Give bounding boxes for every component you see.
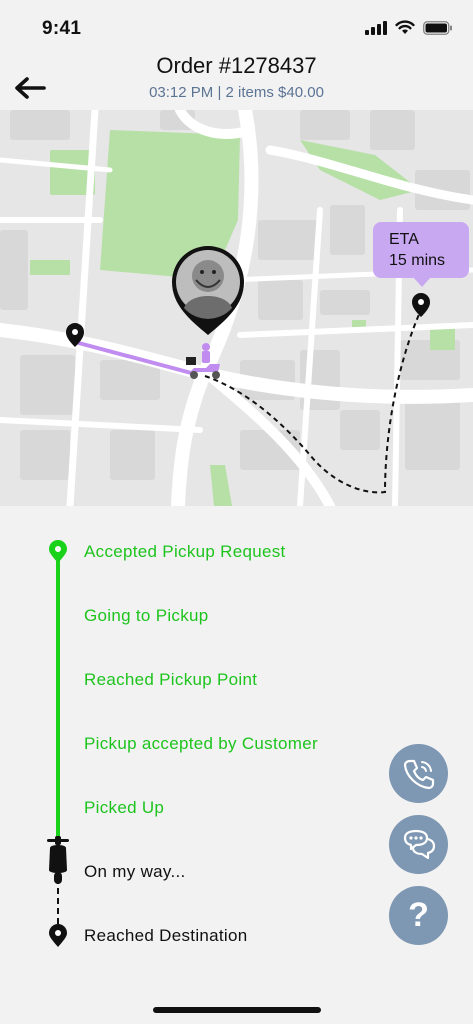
scooter-marker-icon bbox=[47, 836, 69, 884]
status-time: 9:41 bbox=[42, 18, 82, 39]
status-bar: 9:41 bbox=[0, 0, 473, 52]
help-button[interactable]: ? bbox=[389, 886, 448, 945]
map-view[interactable]: ETA 15 mins bbox=[0, 110, 473, 506]
timeline-step-picked-up: Picked Up bbox=[84, 798, 165, 817]
page-title: Order #1278437 bbox=[156, 53, 317, 78]
start-pin-icon bbox=[49, 540, 67, 563]
timeline-step-reached-pickup: Reached Pickup Point bbox=[84, 670, 258, 689]
timeline-step-on-my-way: On my way... bbox=[84, 862, 186, 881]
destination-marker-icon bbox=[49, 924, 67, 947]
eta-value: 15 mins bbox=[389, 252, 446, 269]
help-icon: ? bbox=[408, 896, 429, 934]
timeline-step-accepted: Accepted Pickup Request bbox=[84, 542, 286, 561]
chat-button[interactable] bbox=[389, 815, 448, 874]
header: Order #1278437 03:12 PM | 2 items $40.00 bbox=[0, 52, 473, 110]
battery-icon bbox=[423, 20, 452, 35]
home-indicator bbox=[153, 1007, 321, 1013]
phone-icon bbox=[403, 759, 434, 789]
timeline-progress-line bbox=[56, 552, 60, 842]
signal-icon bbox=[365, 20, 387, 35]
eta-bubble: ETA 15 mins bbox=[373, 222, 469, 287]
status-icons bbox=[365, 20, 453, 35]
timeline-step-pickup-accepted: Pickup accepted by Customer bbox=[84, 734, 318, 753]
eta-label: ETA bbox=[389, 231, 419, 248]
chat-icon bbox=[403, 829, 435, 859]
call-button[interactable] bbox=[389, 744, 448, 803]
wifi-icon bbox=[395, 20, 415, 34]
timeline-step-destination: Reached Destination bbox=[84, 926, 248, 945]
timeline-step-going-to-pickup: Going to Pickup bbox=[84, 606, 209, 625]
order-summary: 03:12 PM | 2 items $40.00 bbox=[149, 84, 324, 101]
